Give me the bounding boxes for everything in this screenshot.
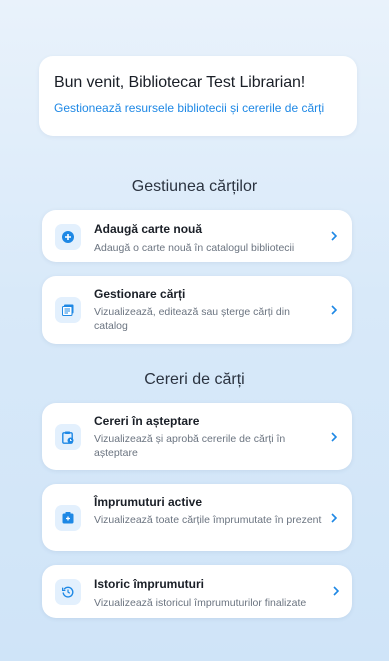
- welcome-subtitle: Gestionează resursele bibliotecii și cer…: [54, 101, 325, 115]
- book-list-icon: [55, 297, 81, 323]
- card-description: Adaugă o carte nouă în catalogul bibliot…: [94, 242, 295, 254]
- card-pending-requests[interactable]: Cereri în așteptare Vizualizează și apro…: [42, 403, 352, 470]
- clipboard-pending-icon: [55, 424, 81, 450]
- card-description: Vizualizează toate cărțile împrumutate î…: [94, 514, 322, 526]
- card-manage-books[interactable]: Gestionare cărți Vizualizează, editează …: [42, 276, 352, 344]
- chevron-right-icon: [329, 230, 339, 242]
- card-description: Vizualizează istoricul împrumuturilor fi…: [94, 597, 307, 609]
- card-description: Vizualizează și aprobă cererile de cărți…: [94, 433, 286, 459]
- welcome-title: Bun venit, Bibliotecar Test Librarian!: [54, 74, 306, 91]
- chevron-right-icon: [329, 431, 339, 443]
- card-title: Cereri în așteptare: [94, 414, 200, 428]
- card-loan-history[interactable]: Istoric împrumuturi Vizualizează istoric…: [42, 565, 352, 618]
- card-active-loans[interactable]: Împrumuturi active Vizualizează toate că…: [42, 484, 352, 551]
- chevron-right-icon: [329, 304, 339, 316]
- card-description: Vizualizează, editează sau șterge cărți …: [94, 306, 290, 332]
- librarian-dashboard: Bun venit, Bibliotecar Test Librarian! G…: [0, 0, 389, 661]
- chevron-right-icon: [331, 585, 341, 597]
- add-circle-icon: [55, 224, 81, 250]
- history-icon: [55, 579, 81, 605]
- welcome-card: Bun venit, Bibliotecar Test Librarian! G…: [39, 56, 357, 136]
- card-add-book[interactable]: Adaugă carte nouă Adaugă o carte nouă în…: [42, 210, 352, 262]
- active-loan-icon: [55, 505, 81, 531]
- chevron-right-icon: [329, 512, 339, 524]
- card-title: Adaugă carte nouă: [94, 222, 203, 236]
- card-title: Împrumuturi active: [94, 495, 203, 509]
- card-title: Gestionare cărți: [94, 287, 186, 301]
- card-title: Istoric împrumuturi: [94, 577, 205, 591]
- section-title-requests: Cereri de cărți: [144, 371, 245, 388]
- section-title-books: Gestiunea cărților: [131, 178, 258, 195]
